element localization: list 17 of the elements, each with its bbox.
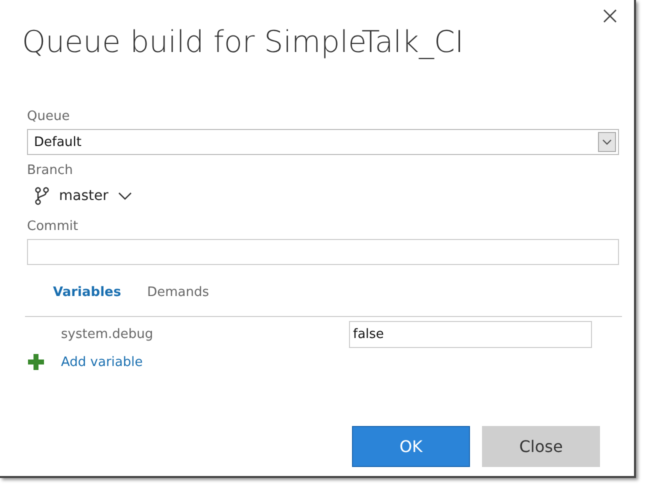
commit-label: Commit xyxy=(27,219,80,235)
variable-value-field[interactable]: false xyxy=(349,320,592,348)
ok-button[interactable]: OK xyxy=(352,426,470,467)
chevron-icon xyxy=(118,192,132,200)
branch-selector[interactable]: master xyxy=(27,183,132,209)
branch-icon xyxy=(35,187,49,205)
variable-name: system.debug xyxy=(60,326,154,342)
dialog-title: Queue build for SimpleTalk_CI xyxy=(22,24,465,62)
tab[interactable]: Variables xyxy=(53,281,122,304)
close-button[interactable]: Close xyxy=(482,426,600,467)
branch-label: Branch xyxy=(27,163,74,179)
plus-icon[interactable] xyxy=(27,353,45,371)
tab[interactable]: Demands xyxy=(147,281,209,304)
commit-field[interactable] xyxy=(27,239,619,265)
queue-label: Queue xyxy=(27,109,71,125)
add-variable-link[interactable]: Add variable xyxy=(61,354,143,370)
queue-dropdown[interactable]: Default xyxy=(27,129,619,155)
